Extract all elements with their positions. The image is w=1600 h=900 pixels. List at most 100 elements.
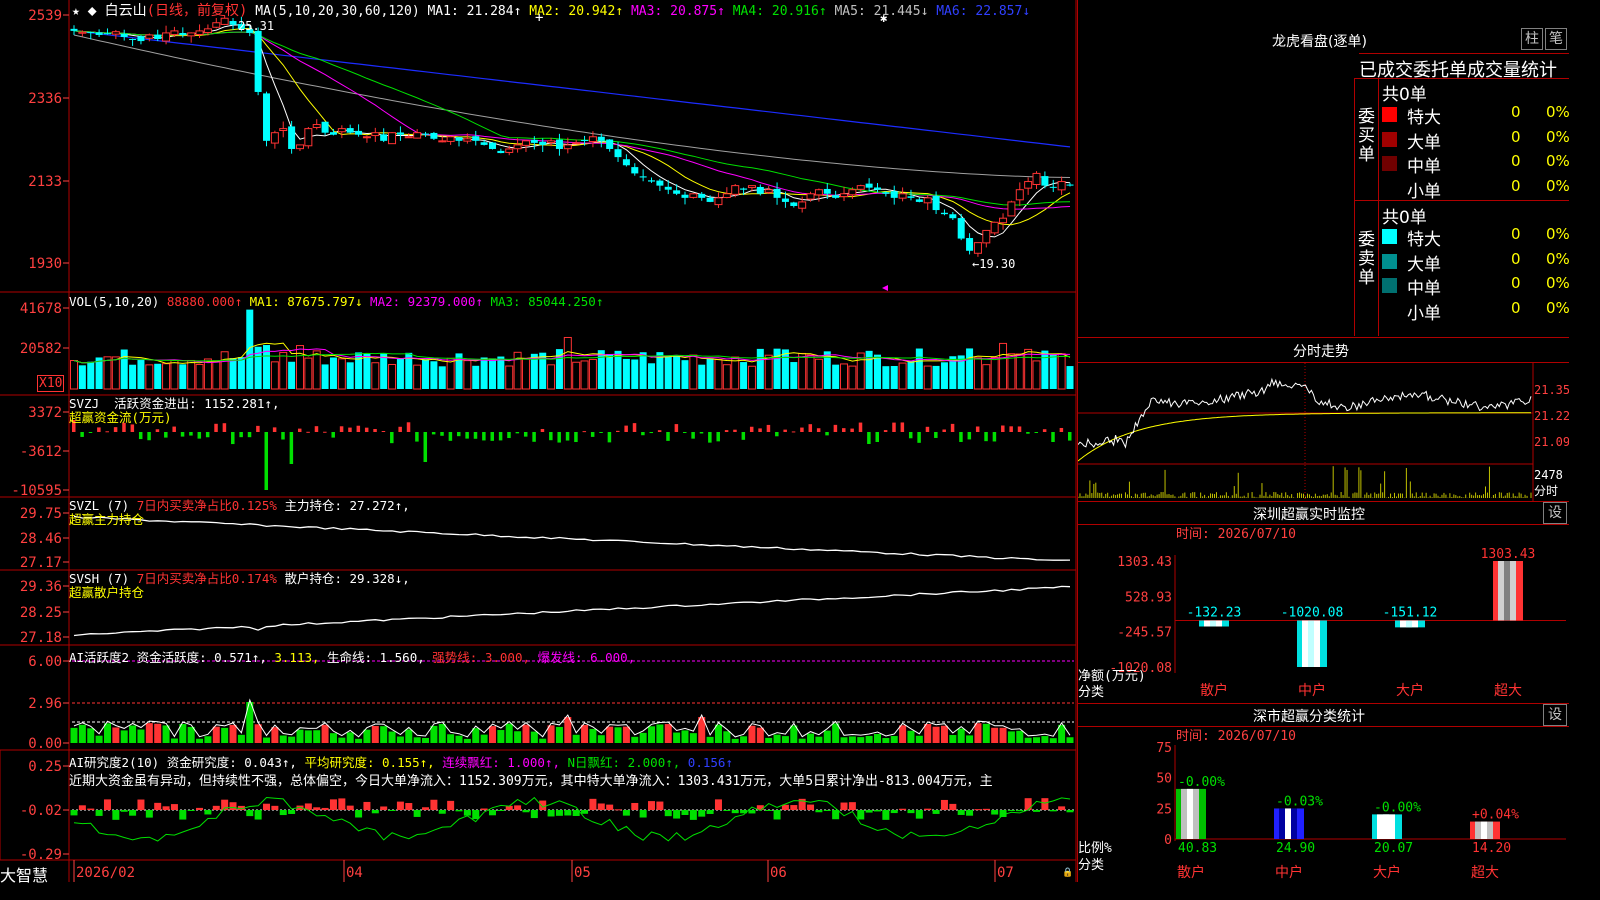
candle-body xyxy=(295,144,304,150)
ai-active-bar xyxy=(380,726,388,743)
candle-body xyxy=(823,188,831,194)
svzj-bar xyxy=(364,427,369,432)
candle-body xyxy=(404,136,413,139)
vol-bar xyxy=(714,359,723,390)
ai-research-bar xyxy=(338,798,346,810)
ai-research-bar xyxy=(957,810,965,815)
ai-active-bar xyxy=(263,737,271,743)
order-stats-hdivider xyxy=(1354,200,1569,201)
main-chart-area[interactable]: 2539 2336 2133 1930 41678 20582 3372 -3612 -1059… xyxy=(0,0,1077,882)
tick-mode-button[interactable]: 笔 xyxy=(1545,28,1567,50)
ai-active-bar xyxy=(539,738,547,743)
ai-research-bar xyxy=(480,808,488,810)
candle-body xyxy=(1015,189,1024,201)
price-tick-1: 2336 xyxy=(28,91,62,107)
candle-body xyxy=(1024,181,1033,189)
sz-monitor-settings-button[interactable]: 设 xyxy=(1543,502,1567,524)
intraday-tick-0: 21.35 xyxy=(1534,383,1569,397)
svzj-bar xyxy=(448,432,453,441)
ai-research-label: AI研究度2(10) xyxy=(69,755,160,770)
buy-rows-count-1: 0 xyxy=(1511,127,1521,146)
candle-body xyxy=(606,139,614,149)
svzj-bar xyxy=(297,428,302,432)
buy-rows-swatch-1 xyxy=(1382,131,1397,147)
time-axis: 2026/02 04 05 06 07 🔒 xyxy=(73,860,1073,882)
aiact-tick-1: 2.96 xyxy=(28,696,62,712)
price-items-1: MA2: 20.942↑ xyxy=(521,4,624,19)
svzj-bar xyxy=(808,424,813,432)
sell-rows-pct-2: 0% xyxy=(1546,274,1570,292)
svzj-bar xyxy=(641,432,645,436)
ai-research-bar xyxy=(873,810,881,812)
candle-body xyxy=(873,187,881,190)
star-icon[interactable]: ★ xyxy=(72,4,80,19)
ai-research-bar xyxy=(321,807,329,810)
svzj-bar xyxy=(783,429,787,432)
candle-body xyxy=(923,197,932,204)
vol-bar xyxy=(781,349,789,389)
sz-bar-2 xyxy=(1395,620,1425,628)
ai-research-bar xyxy=(907,810,915,814)
sm-bar-2 xyxy=(1372,814,1402,839)
svzj-bar xyxy=(490,432,494,441)
candle-body xyxy=(111,31,120,35)
vol-bar xyxy=(505,365,514,390)
candle-body xyxy=(555,139,563,149)
vol-bar xyxy=(187,359,196,390)
svzj-bar xyxy=(281,432,285,440)
sell-side-label: 委卖单 xyxy=(1358,230,1375,288)
bar-mode-button[interactable]: 柱 xyxy=(1521,28,1543,50)
ma6-line xyxy=(73,30,1071,148)
vol-bar xyxy=(111,356,120,390)
ai-active-bar xyxy=(438,723,446,743)
sm-stats-settings-button[interactable]: 设 xyxy=(1543,704,1567,726)
ai-research-bar xyxy=(991,810,999,815)
svzl-sub: 超赢主力持仓 xyxy=(69,512,145,527)
ai-research-bar xyxy=(832,810,840,820)
vol-bar xyxy=(882,366,890,389)
ai-research-bar xyxy=(380,806,388,810)
candle-body xyxy=(915,199,923,202)
svzj-bar xyxy=(138,432,143,440)
ai-research-bar xyxy=(229,802,237,810)
diamond-icon[interactable]: ⬥ xyxy=(88,4,97,19)
svzj-bar xyxy=(607,432,612,443)
ai-research-bar xyxy=(723,810,731,811)
candle-body xyxy=(890,191,898,198)
sm-value-0: 40.83 xyxy=(1178,841,1217,856)
vol-bar xyxy=(472,365,480,389)
vol-bar xyxy=(790,362,798,389)
ai-research-bar xyxy=(271,805,279,810)
ai-research-bar xyxy=(1041,798,1049,810)
candle-body xyxy=(187,32,196,37)
svzj-bar xyxy=(507,432,511,439)
svzj-bar xyxy=(356,425,361,432)
svzj-bar xyxy=(666,432,670,441)
svzj-tick-0: 3372 xyxy=(28,405,62,421)
sz-monitor-chart[interactable]: 时间: 2026/07/10 1303.43 528.93 -245.57 -1020.… xyxy=(1078,525,1569,703)
ai-research-bar xyxy=(589,798,597,810)
vol-bar xyxy=(488,358,496,389)
candle-body xyxy=(1049,186,1057,188)
vol-bar xyxy=(363,353,371,389)
sm-stats-chart[interactable]: 时间: 2026/07/10 75 50 25 0 -0.00% 40.83 散户 -0.03%… xyxy=(1078,727,1569,882)
svzj-bar xyxy=(180,432,185,437)
candle-body xyxy=(832,195,840,198)
ai-research-bar xyxy=(288,810,296,814)
svzj-bar xyxy=(708,432,712,443)
sm-time: 时间: 2026/07/10 xyxy=(1176,729,1296,744)
svzj-bar xyxy=(1042,429,1047,432)
vol-bar xyxy=(1057,353,1066,390)
svzj-bar xyxy=(632,423,637,432)
vol-bar xyxy=(270,361,279,390)
intraday-vol-label: 2478 xyxy=(1534,468,1563,482)
ai-research-bar xyxy=(932,810,940,814)
intraday-chart[interactable]: 21.35 21.22 21.09 2478 分时 xyxy=(1078,363,1569,501)
sz-value-2: -151.12 xyxy=(1383,605,1438,620)
price-items-2: MA3: 20.875↑ xyxy=(623,4,725,19)
sm-value-3: 14.20 xyxy=(1472,841,1511,856)
vol-bar xyxy=(422,359,430,389)
vol-bar xyxy=(446,357,455,390)
ai-research-bar xyxy=(940,799,948,810)
svzj-bar xyxy=(549,432,553,441)
